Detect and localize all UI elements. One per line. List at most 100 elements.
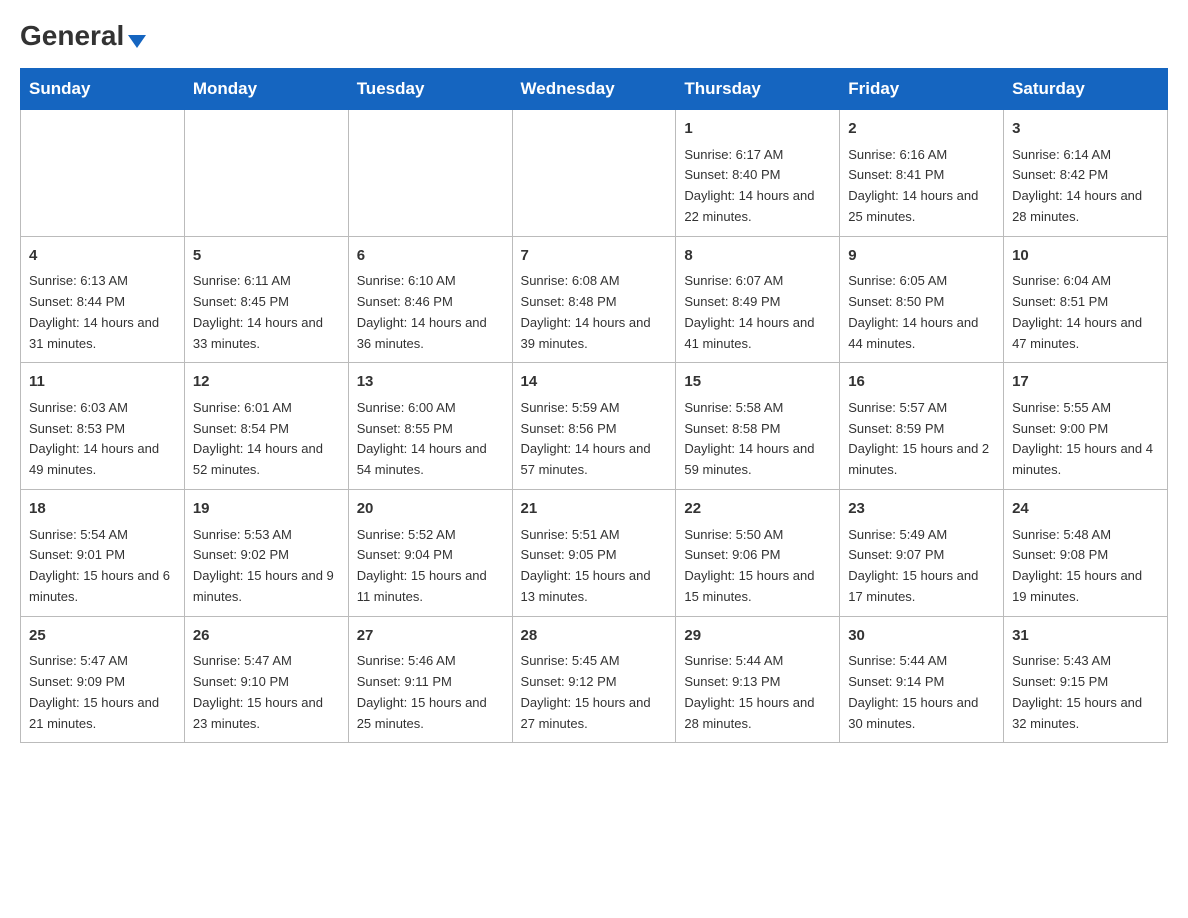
day-info: Sunrise: 6:07 AMSunset: 8:49 PMDaylight:… bbox=[684, 271, 831, 354]
day-number: 26 bbox=[193, 625, 340, 648]
day-number: 14 bbox=[521, 371, 668, 394]
logo-arrow-icon bbox=[128, 35, 146, 48]
day-info: Sunrise: 5:47 AMSunset: 9:09 PMDaylight:… bbox=[29, 651, 176, 734]
day-cell: 30 Sunrise: 5:44 AMSunset: 9:14 PMDayligh… bbox=[840, 616, 1004, 743]
day-cell: 10 Sunrise: 6:04 AMSunset: 8:51 PMDayligh… bbox=[1004, 236, 1168, 363]
day-info: Sunrise: 5:52 AMSunset: 9:04 PMDaylight:… bbox=[357, 525, 504, 608]
header-tuesday: Tuesday bbox=[348, 69, 512, 110]
day-info: Sunrise: 6:16 AMSunset: 8:41 PMDaylight:… bbox=[848, 145, 995, 228]
day-number: 2 bbox=[848, 118, 995, 141]
day-info: Sunrise: 6:14 AMSunset: 8:42 PMDaylight:… bbox=[1012, 145, 1159, 228]
day-number: 28 bbox=[521, 625, 668, 648]
day-cell: 15Sunrise: 5:58 AMSunset: 8:58 PMDayligh… bbox=[676, 363, 840, 490]
day-cell: 17Sunrise: 5:55 AMSunset: 9:00 PMDayligh… bbox=[1004, 363, 1168, 490]
day-cell bbox=[512, 110, 676, 237]
day-info: Sunrise: 5:45 AMSunset: 9:12 PMDaylight:… bbox=[521, 651, 668, 734]
week-row-2: 11Sunrise: 6:03 AMSunset: 8:53 PMDayligh… bbox=[21, 363, 1168, 490]
day-number: 10 bbox=[1012, 245, 1159, 268]
day-number: 29 bbox=[684, 625, 831, 648]
day-info: Sunrise: 5:47 AMSunset: 9:10 PMDaylight:… bbox=[193, 651, 340, 734]
week-row-0: 1Sunrise: 6:17 AMSunset: 8:40 PMDaylight… bbox=[21, 110, 1168, 237]
week-row-1: 4 Sunrise: 6:13 AMSunset: 8:44 PMDaylight… bbox=[21, 236, 1168, 363]
day-info: Sunrise: 5:44 AMSunset: 9:14 PMDaylight:… bbox=[848, 651, 995, 734]
day-cell: 4 Sunrise: 6:13 AMSunset: 8:44 PMDaylight… bbox=[21, 236, 185, 363]
day-number: 12 bbox=[193, 371, 340, 394]
day-cell: 11Sunrise: 6:03 AMSunset: 8:53 PMDayligh… bbox=[21, 363, 185, 490]
day-info: Sunrise: 5:49 AMSunset: 9:07 PMDaylight:… bbox=[848, 525, 995, 608]
day-info: Sunrise: 6:05 AMSunset: 8:50 PMDaylight:… bbox=[848, 271, 995, 354]
day-cell: 31 Sunrise: 5:43 AMSunset: 9:15 PMDayligh… bbox=[1004, 616, 1168, 743]
day-number: 24 bbox=[1012, 498, 1159, 521]
day-info: Sunrise: 5:46 AMSunset: 9:11 PMDaylight:… bbox=[357, 651, 504, 734]
header-thursday: Thursday bbox=[676, 69, 840, 110]
day-info: Sunrise: 5:44 AMSunset: 9:13 PMDaylight:… bbox=[684, 651, 831, 734]
day-number: 9 bbox=[848, 245, 995, 268]
day-number: 13 bbox=[357, 371, 504, 394]
day-info: Sunrise: 6:04 AMSunset: 8:51 PMDaylight:… bbox=[1012, 271, 1159, 354]
day-cell: 8 Sunrise: 6:07 AMSunset: 8:49 PMDaylight… bbox=[676, 236, 840, 363]
day-number: 6 bbox=[357, 245, 504, 268]
day-info: Sunrise: 5:53 AMSunset: 9:02 PMDaylight:… bbox=[193, 525, 340, 608]
week-row-3: 18 Sunrise: 5:54 AMSunset: 9:01 PMDayligh… bbox=[21, 490, 1168, 617]
header-friday: Friday bbox=[840, 69, 1004, 110]
header-sunday: Sunday bbox=[21, 69, 185, 110]
day-cell bbox=[348, 110, 512, 237]
day-number: 21 bbox=[521, 498, 668, 521]
day-number: 25 bbox=[29, 625, 176, 648]
day-cell: 23 Sunrise: 5:49 AMSunset: 9:07 PMDayligh… bbox=[840, 490, 1004, 617]
day-info: Sunrise: 6:10 AMSunset: 8:46 PMDaylight:… bbox=[357, 271, 504, 354]
day-number: 31 bbox=[1012, 625, 1159, 648]
day-number: 23 bbox=[848, 498, 995, 521]
day-cell bbox=[21, 110, 185, 237]
day-number: 1 bbox=[684, 118, 831, 141]
day-cell: 1Sunrise: 6:17 AMSunset: 8:40 PMDaylight… bbox=[676, 110, 840, 237]
day-number: 8 bbox=[684, 245, 831, 268]
day-info: Sunrise: 6:11 AMSunset: 8:45 PMDaylight:… bbox=[193, 271, 340, 354]
day-cell: 9 Sunrise: 6:05 AMSunset: 8:50 PMDaylight… bbox=[840, 236, 1004, 363]
day-number: 4 bbox=[29, 245, 176, 268]
day-cell: 3 Sunrise: 6:14 AMSunset: 8:42 PMDaylight… bbox=[1004, 110, 1168, 237]
header-saturday: Saturday bbox=[1004, 69, 1168, 110]
day-cell: 7Sunrise: 6:08 AMSunset: 8:48 PMDaylight… bbox=[512, 236, 676, 363]
day-info: Sunrise: 5:50 AMSunset: 9:06 PMDaylight:… bbox=[684, 525, 831, 608]
day-number: 22 bbox=[684, 498, 831, 521]
day-number: 16 bbox=[848, 371, 995, 394]
day-cell: 13Sunrise: 6:00 AMSunset: 8:55 PMDayligh… bbox=[348, 363, 512, 490]
day-number: 11 bbox=[29, 371, 176, 394]
day-cell: 28 Sunrise: 5:45 AMSunset: 9:12 PMDayligh… bbox=[512, 616, 676, 743]
day-cell: 24 Sunrise: 5:48 AMSunset: 9:08 PMDayligh… bbox=[1004, 490, 1168, 617]
day-cell: 16Sunrise: 5:57 AMSunset: 8:59 PMDayligh… bbox=[840, 363, 1004, 490]
day-number: 30 bbox=[848, 625, 995, 648]
day-info: Sunrise: 6:08 AMSunset: 8:48 PMDaylight:… bbox=[521, 271, 668, 354]
day-cell: 25 Sunrise: 5:47 AMSunset: 9:09 PMDayligh… bbox=[21, 616, 185, 743]
day-info: Sunrise: 6:01 AMSunset: 8:54 PMDaylight:… bbox=[193, 398, 340, 481]
day-cell: 18 Sunrise: 5:54 AMSunset: 9:01 PMDayligh… bbox=[21, 490, 185, 617]
calendar-header-row: SundayMondayTuesdayWednesdayThursdayFrid… bbox=[21, 69, 1168, 110]
day-number: 19 bbox=[193, 498, 340, 521]
day-info: Sunrise: 5:43 AMSunset: 9:15 PMDaylight:… bbox=[1012, 651, 1159, 734]
day-number: 5 bbox=[193, 245, 340, 268]
day-info: Sunrise: 5:51 AMSunset: 9:05 PMDaylight:… bbox=[521, 525, 668, 608]
day-number: 18 bbox=[29, 498, 176, 521]
day-info: Sunrise: 5:59 AMSunset: 8:56 PMDaylight:… bbox=[521, 398, 668, 481]
logo: General bbox=[20, 20, 146, 48]
day-cell: 26 Sunrise: 5:47 AMSunset: 9:10 PMDayligh… bbox=[184, 616, 348, 743]
day-cell: 21 Sunrise: 5:51 AMSunset: 9:05 PMDayligh… bbox=[512, 490, 676, 617]
day-cell: 22 Sunrise: 5:50 AMSunset: 9:06 PMDayligh… bbox=[676, 490, 840, 617]
day-cell bbox=[184, 110, 348, 237]
header-wednesday: Wednesday bbox=[512, 69, 676, 110]
day-number: 3 bbox=[1012, 118, 1159, 141]
day-info: Sunrise: 5:54 AMSunset: 9:01 PMDaylight:… bbox=[29, 525, 176, 608]
header-monday: Monday bbox=[184, 69, 348, 110]
day-info: Sunrise: 5:48 AMSunset: 9:08 PMDaylight:… bbox=[1012, 525, 1159, 608]
day-cell: 20Sunrise: 5:52 AMSunset: 9:04 PMDayligh… bbox=[348, 490, 512, 617]
day-info: Sunrise: 6:13 AMSunset: 8:44 PMDaylight:… bbox=[29, 271, 176, 354]
day-cell: 29 Sunrise: 5:44 AMSunset: 9:13 PMDayligh… bbox=[676, 616, 840, 743]
day-cell: 5 Sunrise: 6:11 AMSunset: 8:45 PMDaylight… bbox=[184, 236, 348, 363]
day-info: Sunrise: 5:58 AMSunset: 8:58 PMDaylight:… bbox=[684, 398, 831, 481]
week-row-4: 25 Sunrise: 5:47 AMSunset: 9:09 PMDayligh… bbox=[21, 616, 1168, 743]
day-cell: 6 Sunrise: 6:10 AMSunset: 8:46 PMDaylight… bbox=[348, 236, 512, 363]
day-cell: 19 Sunrise: 5:53 AMSunset: 9:02 PMDayligh… bbox=[184, 490, 348, 617]
day-cell: 14 Sunrise: 5:59 AMSunset: 8:56 PMDayligh… bbox=[512, 363, 676, 490]
day-number: 27 bbox=[357, 625, 504, 648]
